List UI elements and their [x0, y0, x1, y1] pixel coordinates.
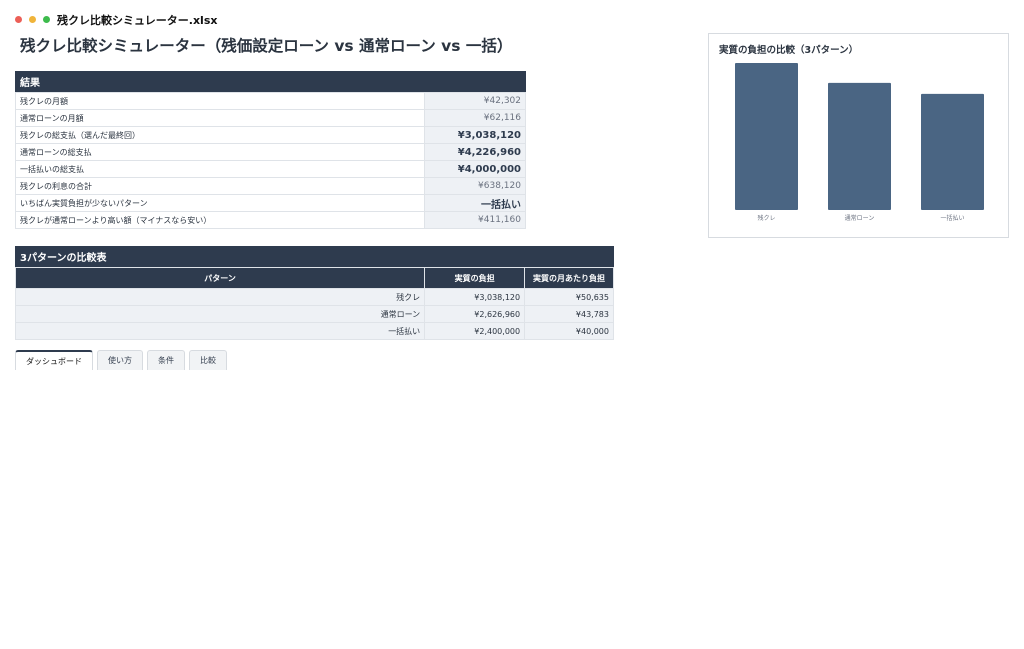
comparison-burden-cell[interactable]: ¥2,626,960 — [424, 305, 526, 323]
results-label[interactable]: 残クレの利息の合計 — [14, 177, 426, 195]
burden-chart: 残クレ 通常ローン 一括払い 実質の負担の比較（3パターン） — [708, 33, 1009, 238]
tab-1[interactable]: 使い方 — [97, 350, 143, 370]
comparison-row: 一括払い ¥2,400,000 ¥40,000 — [14, 322, 614, 340]
results-value[interactable]: 一括払い — [424, 194, 526, 212]
minimize-window-icon[interactable] — [29, 16, 36, 23]
close-window-icon[interactable] — [15, 16, 22, 23]
comparison-pattern-cell[interactable]: 残クレ — [14, 288, 426, 306]
results-table: 残クレの月額 ¥42,302 通常ローンの月額 ¥62,116 残クレの総支払（選んだ最… — [14, 92, 526, 229]
results-value[interactable]: ¥42,302 — [424, 92, 526, 110]
results-row: 通常ローンの総支払 ¥4,226,960 — [14, 143, 526, 161]
chart-bar[interactable] — [921, 93, 984, 210]
results-row: 一括払いの総支払 ¥4,000,000 — [14, 160, 526, 178]
results-label[interactable]: 残クレが通常ローンより高い額（マイナスなら安い） — [14, 211, 426, 229]
comparison-monthly-cell[interactable]: ¥50,635 — [524, 288, 614, 306]
chart-bar[interactable] — [735, 62, 798, 210]
results-label[interactable]: 通常ローンの月額 — [14, 109, 426, 127]
tab-0[interactable]: ダッシュボード — [15, 350, 93, 370]
results-value[interactable]: ¥411,160 — [424, 211, 526, 229]
results-header: 結果 — [15, 71, 526, 92]
results-value[interactable]: ¥62,116 — [424, 109, 526, 127]
tab-2[interactable]: 条件 — [147, 350, 185, 370]
page-title: 残クレ比較シミュレーター（残価設定ローン vs 通常ローン vs 一括） — [20, 37, 513, 55]
comparison-monthly-cell[interactable]: ¥43,783 — [524, 305, 614, 323]
results-value[interactable]: ¥4,000,000 — [424, 160, 526, 178]
window-titlebar: 残クレ比較シミュレーター.xlsx — [0, 8, 1024, 30]
results-label[interactable]: 残クレの月額 — [14, 92, 426, 110]
results-row: 残クレの月額 ¥42,302 — [14, 92, 526, 110]
results-value[interactable]: ¥638,120 — [424, 177, 526, 195]
column-header-effective-burden[interactable]: 実質の負担 — [424, 267, 526, 289]
results-value[interactable]: ¥3,038,120 — [424, 126, 526, 144]
results-row: 通常ローンの月額 ¥62,116 — [14, 109, 526, 127]
tab-3[interactable]: 比較 — [189, 350, 227, 370]
chart-category-label: 残クレ — [757, 214, 775, 222]
column-header-pattern[interactable]: パターン — [14, 267, 426, 289]
sheet-tabs: ダッシュボード 使い方 条件 比較 — [15, 350, 227, 370]
chart-category-label: 通常ローン — [845, 214, 875, 222]
comparison-table: パターン 実質の負担 実質の月あたり負担 残クレ ¥3,038,120 ¥50,63… — [14, 267, 614, 340]
chart-title: 実質の負担の比較（3パターン） — [719, 45, 859, 56]
results-row: いちばん実質負担が少ないパターン 一括払い — [14, 194, 526, 212]
comparison-burden-cell[interactable]: ¥2,400,000 — [424, 322, 526, 340]
chart-category-label: 一括払い — [940, 214, 964, 222]
bar-chart-canvas: 残クレ 通常ローン 一括払い — [735, 62, 984, 222]
results-row: 残クレが通常ローンより高い額（マイナスなら安い） ¥411,160 — [14, 211, 526, 229]
zoom-window-icon[interactable] — [43, 16, 50, 23]
column-header-monthly-burden[interactable]: 実質の月あたり負担 — [524, 267, 614, 289]
comparison-monthly-cell[interactable]: ¥40,000 — [524, 322, 614, 340]
results-label[interactable]: 一括払いの総支払 — [14, 160, 426, 178]
comparison-header: 3パターンの比較表 — [15, 246, 614, 267]
comparison-row: 通常ローン ¥2,626,960 ¥43,783 — [14, 305, 614, 323]
results-row: 残クレの利息の合計 ¥638,120 — [14, 177, 526, 195]
results-label[interactable]: 通常ローンの総支払 — [14, 143, 426, 161]
comparison-pattern-cell[interactable]: 一括払い — [14, 322, 426, 340]
results-label[interactable]: 残クレの総支払（選んだ最終回） — [14, 126, 426, 144]
comparison-pattern-cell[interactable]: 通常ローン — [14, 305, 426, 323]
comparison-burden-cell[interactable]: ¥3,038,120 — [424, 288, 526, 306]
comparison-row: 残クレ ¥3,038,120 ¥50,635 — [14, 288, 614, 306]
results-label[interactable]: いちばん実質負担が少ないパターン — [14, 194, 426, 212]
results-row: 残クレの総支払（選んだ最終回） ¥3,038,120 — [14, 126, 526, 144]
chart-bar[interactable] — [828, 82, 891, 210]
results-value[interactable]: ¥4,226,960 — [424, 143, 526, 161]
window-filename: 残クレ比較シミュレーター.xlsx — [57, 14, 218, 27]
